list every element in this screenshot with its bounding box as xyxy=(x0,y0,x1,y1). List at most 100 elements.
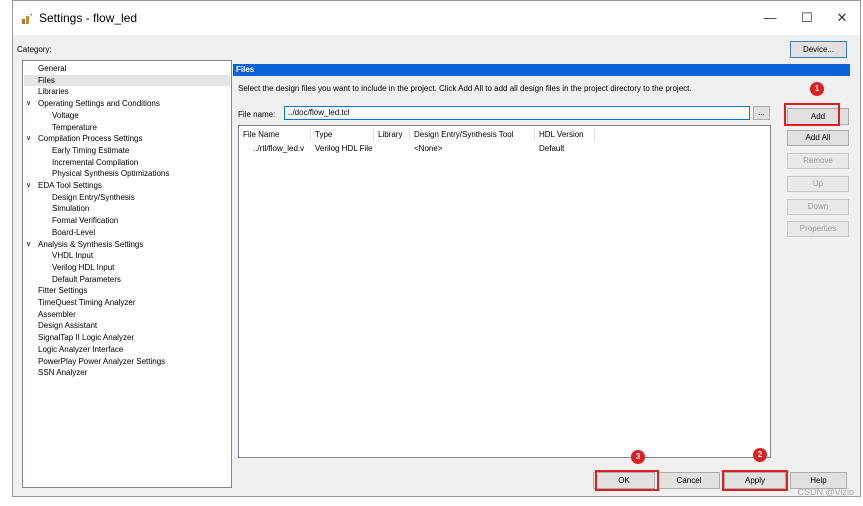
column-divider xyxy=(409,128,410,141)
tree-item[interactable]: Verilog HDL Input xyxy=(24,262,230,273)
tree-item-label: Default Parameters xyxy=(52,274,121,284)
app-icon xyxy=(22,14,32,24)
highlight-box-ok xyxy=(595,470,659,491)
tree-item-label: Design Entry/Synthesis xyxy=(52,192,135,202)
remove-button[interactable]: Remove xyxy=(787,153,849,169)
tree-item-label: Physical Synthesis Optimizations xyxy=(52,169,170,179)
tree-item-label: SSN Analyzer xyxy=(38,368,88,378)
tree-item-label: Board-Level xyxy=(52,227,96,237)
panel-description: Select the design files you want to incl… xyxy=(238,84,692,93)
step-badge-2: 2 xyxy=(753,448,767,462)
column-header-file-name[interactable]: File Name xyxy=(243,128,279,141)
title-bar: Settings - flow_led — ☐ ✕ xyxy=(13,1,860,35)
tree-item[interactable]: Board-Level xyxy=(24,227,230,238)
tree-item-label: Analysis & Synthesis Settings xyxy=(38,239,144,249)
tree-item-label: Voltage xyxy=(52,110,79,120)
tree-item[interactable]: Design Entry/Synthesis xyxy=(24,192,230,203)
tree-item-label: SignalTap II Logic Analyzer xyxy=(38,333,135,343)
tree-item[interactable]: TimeQuest Timing Analyzer xyxy=(24,297,230,308)
tree-item[interactable]: Default Parameters xyxy=(24,274,230,285)
tree-item[interactable]: General xyxy=(24,63,230,74)
add-all-button[interactable]: Add All xyxy=(787,130,849,146)
column-divider xyxy=(310,128,311,141)
cancel-button[interactable]: Cancel xyxy=(658,472,720,489)
tree-item-label: Simulation xyxy=(52,204,90,214)
chevron-down-icon[interactable]: ∨ xyxy=(26,239,31,250)
tree-item-label: Files xyxy=(38,75,55,85)
tree-item-label: Operating Settings and Conditions xyxy=(38,99,160,109)
files-panel: Files Select the design files you want t… xyxy=(233,64,850,460)
window-title: Settings - flow_led xyxy=(39,11,138,25)
maximize-button[interactable]: ☐ xyxy=(790,7,824,29)
column-divider xyxy=(373,128,374,141)
minimize-button[interactable]: — xyxy=(753,7,787,29)
tree-item[interactable]: Assembler xyxy=(24,309,230,320)
tree-item[interactable]: SSN Analyzer xyxy=(24,367,230,378)
file-name-input[interactable]: ../doc/flow_led.tcl xyxy=(284,106,750,120)
tree-item[interactable]: Physical Synthesis Optimizations xyxy=(24,168,230,179)
tree-item-label: Formal Verification xyxy=(52,216,119,226)
chevron-down-icon[interactable]: ∨ xyxy=(26,98,31,109)
tree-item[interactable]: Files xyxy=(24,74,230,86)
tree-item[interactable]: Formal Verification xyxy=(24,215,230,226)
browse-button[interactable]: ... xyxy=(753,106,770,120)
close-button[interactable]: ✕ xyxy=(825,7,859,29)
tree-item[interactable]: ∨ EDA Tool Settings xyxy=(24,180,230,191)
tree-item[interactable]: Temperature xyxy=(24,122,230,133)
tree-item-label: Design Assistant xyxy=(38,321,98,331)
file-row-name[interactable]: ../rtl/flow_led.v xyxy=(253,144,304,153)
tree-item-label: Verilog HDL Input xyxy=(52,262,115,272)
chevron-down-icon[interactable]: ∨ xyxy=(26,133,31,144)
step-badge-3: 3 xyxy=(631,450,645,464)
highlight-box-add xyxy=(784,103,840,126)
tree-item-label: PowerPlay Power Analyzer Settings xyxy=(38,356,166,366)
column-divider xyxy=(534,128,535,141)
tree-item-label: Logic Analyzer Interface xyxy=(38,344,124,354)
panel-header: Files xyxy=(233,64,850,76)
tree-item-label: Libraries xyxy=(38,87,69,97)
properties-button[interactable]: Properties xyxy=(787,221,849,237)
tree-item-label: Assembler xyxy=(38,309,76,319)
file-name-label: File name: xyxy=(238,110,276,119)
tree-item-label: VHDL Input xyxy=(52,251,94,261)
tree-item[interactable]: Voltage xyxy=(24,110,230,121)
tree-item[interactable]: Fitter Settings xyxy=(24,285,230,296)
category-tree: General Files Libraries ∨ Operating Settings… xyxy=(22,60,232,488)
tree-item-label: Early Timing Estimate xyxy=(52,145,130,155)
tree-item[interactable]: VHDL Input xyxy=(24,250,230,261)
column-header-library[interactable]: Library xyxy=(378,128,402,141)
tree-item[interactable]: Libraries xyxy=(24,86,230,97)
tree-item-label: TimeQuest Timing Analyzer xyxy=(38,298,136,307)
chevron-down-icon[interactable]: ∨ xyxy=(26,180,31,191)
device-button[interactable]: Device... xyxy=(790,41,847,58)
file-row-type: Verilog HDL File xyxy=(315,144,373,153)
column-header-design-entry[interactable]: Design Entry/Synthesis Tool xyxy=(414,128,513,141)
tree-item[interactable]: SignalTap II Logic Analyzer xyxy=(24,332,230,343)
category-label: Category: xyxy=(17,45,52,54)
watermark: CSDN @Vizio_ xyxy=(797,487,860,497)
column-header-hdl-version[interactable]: HDL Version xyxy=(539,128,584,141)
column-divider xyxy=(594,128,595,141)
highlight-box-apply xyxy=(722,470,788,491)
column-header-type[interactable]: Type xyxy=(315,128,332,141)
tree-item[interactable]: ∨ Analysis & Synthesis Settings xyxy=(24,239,230,250)
file-list[interactable]: File Name Type Library Design Entry/Synt… xyxy=(238,125,771,458)
tree-item-label: General xyxy=(38,64,67,73)
tree-item[interactable]: Simulation xyxy=(24,203,230,214)
tree-item[interactable]: Early Timing Estimate xyxy=(24,145,230,156)
step-badge-1: 1 xyxy=(810,82,824,96)
tree-item-label: EDA Tool Settings xyxy=(38,181,102,190)
file-row-hdl-version: Default xyxy=(539,144,565,153)
tree-item-label: Incremental Compilation xyxy=(52,157,139,167)
tree-item-label: Compilation Process Settings xyxy=(38,134,143,144)
tree-item[interactable]: Design Assistant xyxy=(24,320,230,331)
up-button[interactable]: Up xyxy=(787,176,849,192)
tree-item-label: Fitter Settings xyxy=(38,286,88,296)
tree-item[interactable]: Logic Analyzer Interface xyxy=(24,344,230,355)
tree-item[interactable]: ∨ Compilation Process Settings xyxy=(24,133,230,144)
tree-item[interactable]: ∨ Operating Settings and Conditions xyxy=(24,98,230,109)
tree-item[interactable]: PowerPlay Power Analyzer Settings xyxy=(24,356,230,367)
tree-item[interactable]: Incremental Compilation xyxy=(24,157,230,168)
tree-item-label: Temperature xyxy=(52,122,97,132)
down-button[interactable]: Down xyxy=(787,199,849,215)
